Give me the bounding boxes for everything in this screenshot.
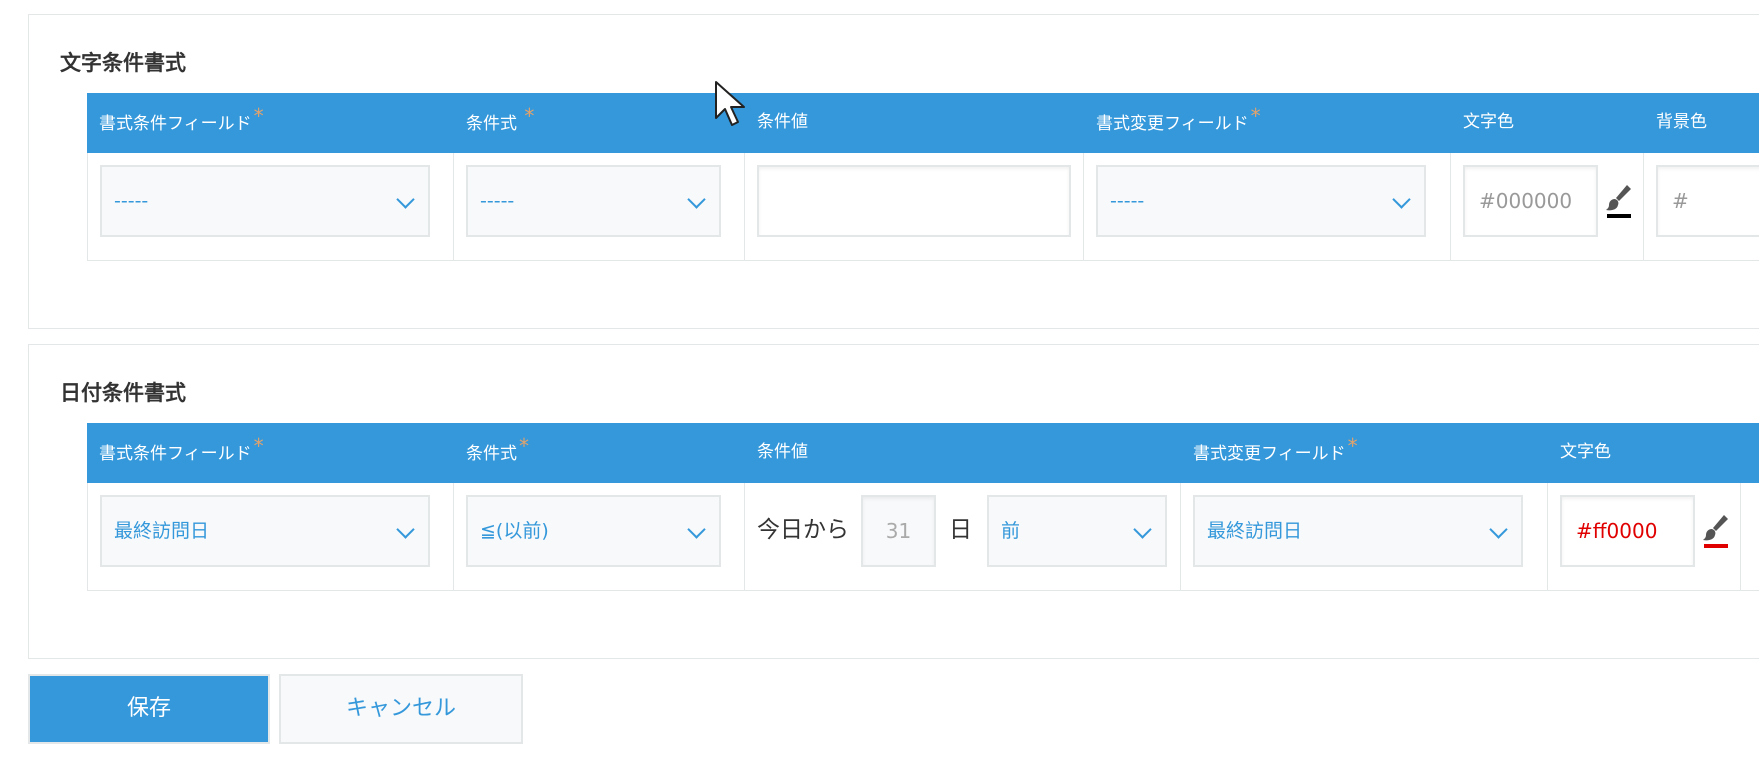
- format-field-select[interactable]: 最終訪問日: [100, 495, 430, 567]
- text-color-input[interactable]: #000000: [1463, 165, 1598, 237]
- condition-select[interactable]: -----: [466, 165, 721, 237]
- chevron-down-icon: [1133, 520, 1152, 539]
- required-mark: *: [1250, 104, 1261, 128]
- condition-value-input[interactable]: [757, 165, 1071, 237]
- header-condition-value: 条件値: [757, 442, 808, 462]
- condition-cell: ≦(以前): [454, 483, 745, 590]
- date-format-title: 日付条件書式: [60, 381, 186, 405]
- header-format-field: 書式条件フィールド *: [99, 434, 264, 464]
- header-text-color: 文字色: [1463, 112, 1514, 132]
- required-mark: *: [253, 434, 264, 458]
- header-bg-color: 背景色: [1656, 112, 1707, 132]
- conditional-format-page: 文字条件書式 書式条件フィールド * 条件式 * 条件値 書式変更フィールド * 文…: [0, 0, 1759, 763]
- date-format-panel: 日付条件書式 書式条件フィールド * 条件式 * 条件値 書式変更フィールド * 文字…: [28, 344, 1759, 659]
- days-input[interactable]: 31: [861, 495, 936, 567]
- header-condition-value: 条件値: [757, 112, 808, 132]
- text-format-title: 文字条件書式: [60, 51, 186, 75]
- required-mark: *: [253, 104, 264, 128]
- table-row: 最終訪問日 ≦(以前) 今日から 31 日 前 最終訪問日 #ff0000: [87, 483, 1759, 591]
- mouse-cursor-icon: [715, 81, 745, 126]
- format-field-select[interactable]: -----: [100, 165, 430, 237]
- condition-value-cell: [745, 153, 1084, 260]
- save-button[interactable]: 保存: [28, 674, 270, 744]
- condition-value-cell: 今日から 31 日 前: [745, 483, 1181, 590]
- header-format-field: 書式条件フィールド *: [99, 104, 264, 134]
- table-row: ----- ----- ----- #000000 #: [87, 153, 1759, 261]
- days-unit-label: 日: [949, 517, 972, 543]
- required-mark: *: [519, 434, 529, 458]
- header-condition: 条件式 *: [466, 434, 529, 464]
- format-field-cell: 最終訪問日: [88, 483, 454, 590]
- condition-select[interactable]: ≦(以前): [466, 495, 721, 567]
- header-text-color: 文字色: [1560, 442, 1611, 462]
- cancel-button[interactable]: キャンセル: [279, 674, 523, 744]
- change-field-select[interactable]: -----: [1096, 165, 1426, 237]
- header-condition: 条件式 *: [466, 104, 535, 134]
- chevron-down-icon: [687, 190, 706, 209]
- paint-brush-icon[interactable]: [1605, 183, 1633, 219]
- required-mark: *: [524, 104, 535, 128]
- bg-color-input[interactable]: #: [1656, 165, 1759, 237]
- change-field-select[interactable]: 最終訪問日: [1193, 495, 1523, 567]
- change-field-cell: -----: [1084, 153, 1451, 260]
- bg-color-cell: [1741, 483, 1759, 590]
- header-change-field: 書式変更フィールド *: [1096, 104, 1261, 134]
- text-format-panel: 文字条件書式 書式条件フィールド * 条件式 * 条件値 書式変更フィールド * 文…: [28, 14, 1759, 329]
- chevron-down-icon: [1489, 520, 1508, 539]
- condition-cell: -----: [454, 153, 745, 260]
- bg-color-cell: #: [1644, 153, 1759, 260]
- paint-brush-icon[interactable]: [1702, 513, 1730, 549]
- from-today-label: 今日から: [757, 517, 849, 543]
- table-header-row: 書式条件フィールド * 条件式 * 条件値 書式変更フィールド * 文字色 背景色: [87, 93, 1759, 153]
- text-color-input[interactable]: #ff0000: [1560, 495, 1695, 567]
- table-header-row: 書式条件フィールド * 条件式 * 条件値 書式変更フィールド * 文字色: [87, 423, 1759, 483]
- change-field-cell: 最終訪問日: [1181, 483, 1548, 590]
- chevron-down-icon: [396, 520, 415, 539]
- chevron-down-icon: [687, 520, 706, 539]
- format-field-cell: -----: [88, 153, 454, 260]
- chevron-down-icon: [396, 190, 415, 209]
- text-color-cell: #000000: [1451, 153, 1644, 260]
- text-color-cell: #ff0000: [1548, 483, 1741, 590]
- required-mark: *: [1347, 434, 1358, 458]
- chevron-down-icon: [1392, 190, 1411, 209]
- direction-select[interactable]: 前: [987, 495, 1167, 567]
- header-change-field: 書式変更フィールド *: [1193, 434, 1358, 464]
